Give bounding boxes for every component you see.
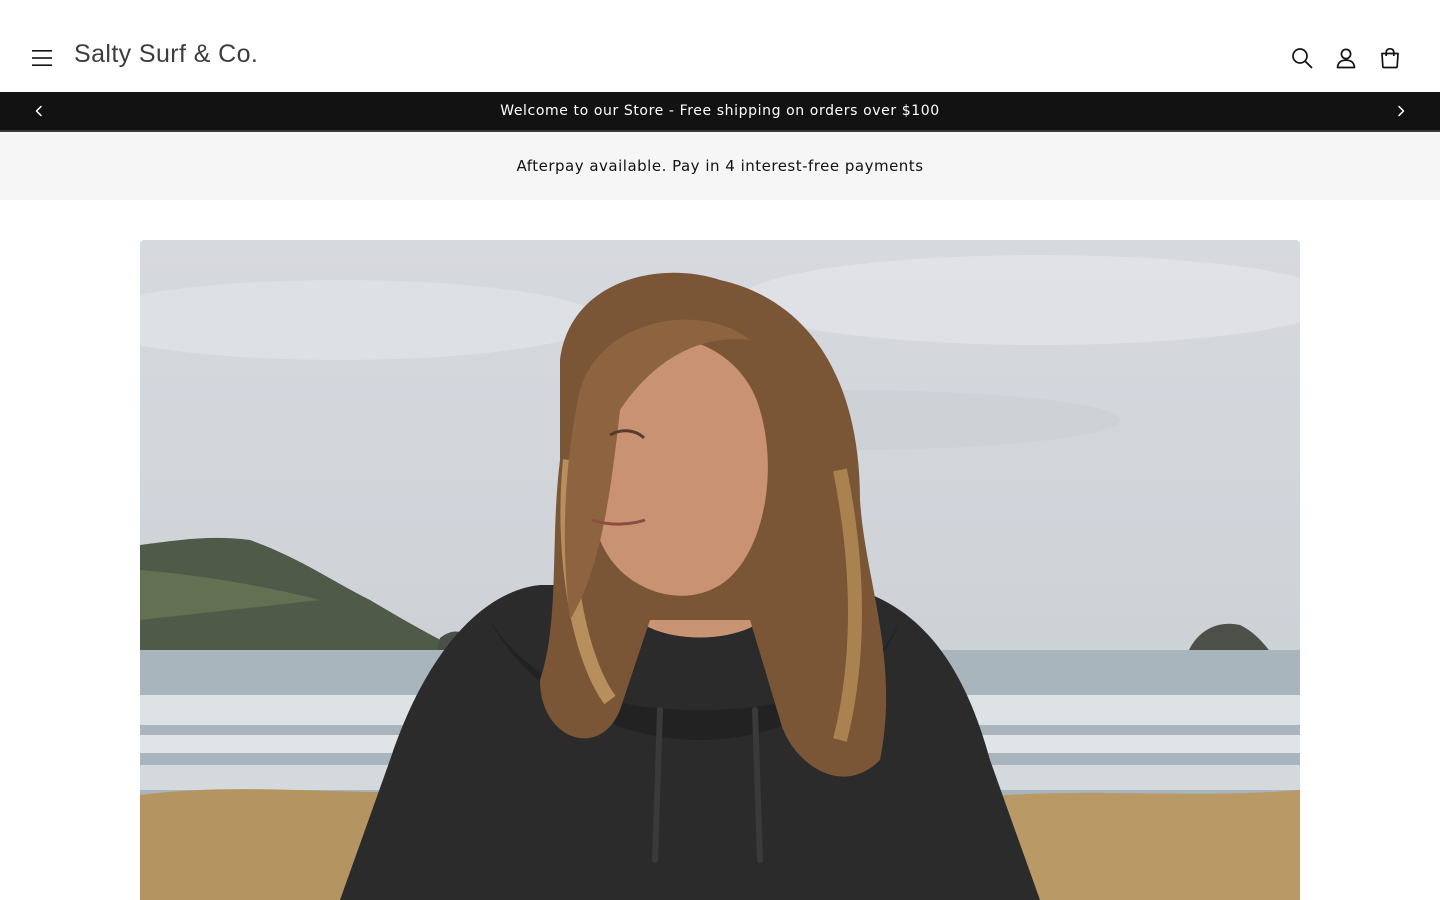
announcement-message: Welcome to our Store - Free shipping on … (500, 103, 940, 119)
announcement-bar: Welcome to our Store - Free shipping on … (0, 92, 1440, 132)
account-icon[interactable] (1332, 44, 1360, 72)
store-logo-link[interactable]: Salty Surf & Co. (74, 40, 258, 69)
chevron-right-icon[interactable] (1391, 101, 1411, 121)
cart-icon[interactable] (1376, 44, 1404, 72)
afterpay-message: Afterpay available. Pay in 4 interest-fr… (516, 157, 924, 175)
hamburger-menu-icon[interactable] (30, 46, 54, 70)
search-icon[interactable] (1288, 44, 1316, 72)
hero-image (140, 240, 1300, 900)
site-header: Salty Surf & Co. (0, 0, 1440, 92)
afterpay-banner: Afterpay available. Pay in 4 interest-fr… (0, 132, 1440, 200)
